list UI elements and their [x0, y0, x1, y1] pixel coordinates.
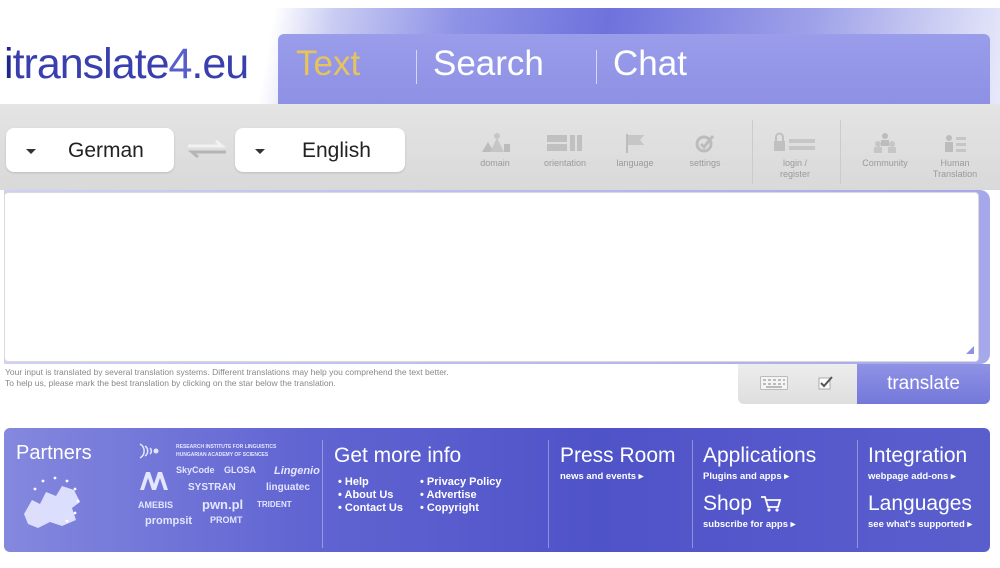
footer-divider [322, 440, 323, 548]
shopping-cart-icon [761, 496, 782, 512]
register-label: register [779, 169, 810, 179]
rilmta-logo-icon [139, 443, 159, 459]
human-label: Human [940, 158, 970, 168]
press-room-sub[interactable]: news and events ▸ [560, 471, 643, 482]
applications-sub-label: Plugins and apps [703, 471, 782, 482]
shop-title[interactable]: Shop [703, 492, 752, 516]
settings-button[interactable]: settings [682, 132, 728, 169]
integration-sub-label: webpage add-ons [868, 471, 949, 482]
source-language-label: German [68, 139, 144, 162]
target-language-label: English [302, 139, 371, 162]
community-icon [874, 133, 896, 153]
login-label: login / [782, 158, 808, 168]
footer-divider [857, 440, 858, 548]
languages-sub[interactable]: see what's supported ▸ [868, 519, 972, 530]
logo-tld: .eu [191, 40, 249, 88]
press-room-sub-label: news and events [560, 471, 637, 482]
logo-number: 4 [168, 40, 193, 88]
resize-grip-icon[interactable] [966, 346, 974, 354]
orientation-button[interactable]: orientation [535, 132, 595, 169]
translate-button[interactable]: translate [857, 364, 990, 404]
partner-logo-trident: TRIDENT [257, 500, 292, 509]
languages-title[interactable]: Languages [868, 492, 972, 516]
hint-line-1: Your input is translated by several tran… [5, 367, 449, 377]
login-register-button[interactable]: login / register [770, 132, 820, 180]
tab-chat[interactable]: Chat [613, 44, 687, 84]
partner-logo-rilmta-line-1: RESEARCH INSTITUTE FOR LINGUISTICS [176, 444, 277, 450]
integration-sub[interactable]: webpage add-ons ▸ [868, 471, 956, 482]
swap-languages-icon[interactable] [186, 138, 228, 160]
domain-button[interactable]: domain [470, 132, 520, 169]
toolbar-divider [840, 120, 841, 184]
shop-sub[interactable]: subscribe for apps ▸ [703, 519, 795, 530]
europe-map-icon [24, 476, 80, 528]
translation-label: Translation [932, 169, 978, 179]
contact-us-link-label: Contact Us [344, 502, 403, 514]
mta-logo-icon [140, 472, 168, 490]
tab-search[interactable]: Search [433, 44, 544, 84]
integration-title[interactable]: Integration [868, 444, 967, 468]
press-room-title[interactable]: Press Room [560, 444, 676, 468]
chevron-down-icon [255, 149, 265, 154]
logo-name: translate [12, 40, 170, 88]
get-more-info-title: Get more info [334, 444, 462, 467]
footer-divider [692, 440, 693, 548]
applications-sub[interactable]: Plugins and apps ▸ [703, 471, 789, 482]
toolbar-divider [752, 120, 753, 184]
hint-text: Your input is translated by several tran… [5, 367, 449, 389]
human-translation-button[interactable]: Human Translation [924, 132, 986, 180]
logo-i: i [4, 40, 14, 88]
partners-title: Partners [16, 442, 92, 464]
login-icon [774, 132, 815, 151]
partner-logo-systran: SYSTRAN [188, 482, 236, 493]
partner-logo-amebis: AMEBIS [138, 500, 174, 510]
settings-icon [695, 135, 715, 153]
hint-line-2: To help us, please mark the best transla… [5, 378, 336, 388]
partner-logo-glosa: GLOSA [224, 465, 257, 475]
advertise-link-label: Advertise [426, 489, 477, 501]
partner-logo-pwn: pwn.pl [202, 497, 244, 512]
copyright-link-label: Copyright [426, 502, 479, 514]
help-link[interactable]: • Help [338, 476, 369, 489]
human-translation-icon [945, 135, 966, 152]
partner-logo-promt: PROMT [210, 515, 243, 525]
partner-logo-rilmta-line-2: HUNGARIAN ACADEMY OF SCIENCES [176, 452, 269, 458]
partner-logo-lingenio: Lingenio [274, 465, 320, 477]
keyboard-icon[interactable] [760, 376, 788, 390]
shop-sub-label: subscribe for apps [703, 519, 788, 530]
copyright-link[interactable]: • Copyright [420, 502, 479, 515]
about-us-link[interactable]: • About Us [338, 489, 393, 502]
orientation-icon [547, 135, 582, 151]
partner-logo-skycode: SkyCode [176, 465, 215, 475]
privacy-policy-link[interactable]: • Privacy Policy [420, 476, 502, 489]
applications-title[interactable]: Applications [703, 444, 816, 468]
community-button[interactable]: Community [853, 132, 917, 169]
partner-logo-prompsit: prompsit [145, 515, 193, 527]
domain-label: domain [480, 158, 510, 168]
contact-us-link[interactable]: • Contact Us [338, 502, 403, 515]
tab-text[interactable]: Text [296, 44, 360, 84]
help-link-label: Help [344, 476, 369, 488]
target-language-select[interactable]: English [235, 128, 405, 172]
domain-icon [482, 133, 510, 152]
tab-divider [416, 50, 417, 84]
source-text-input[interactable] [4, 192, 979, 362]
orientation-label: orientation [543, 158, 587, 168]
advertise-link[interactable]: • Advertise [420, 489, 477, 502]
about-us-link-label: About Us [344, 489, 394, 501]
language-label: language [616, 158, 654, 168]
checkbox-icon[interactable] [818, 376, 834, 390]
site-logo[interactable]: itranslate4.eu [4, 40, 249, 89]
source-language-select[interactable]: German [6, 128, 174, 172]
language-icon [626, 134, 644, 153]
privacy-policy-link-label: Privacy Policy [426, 476, 502, 488]
community-label: Community [862, 158, 908, 168]
languages-sub-label: see what's supported [868, 519, 965, 530]
partner-logo-linguatec: linguatec [266, 482, 310, 493]
tab-divider [596, 50, 597, 84]
footer-divider [548, 440, 549, 548]
chevron-down-icon [26, 149, 36, 154]
settings-label: settings [689, 158, 721, 168]
language-button[interactable]: language [608, 132, 662, 169]
